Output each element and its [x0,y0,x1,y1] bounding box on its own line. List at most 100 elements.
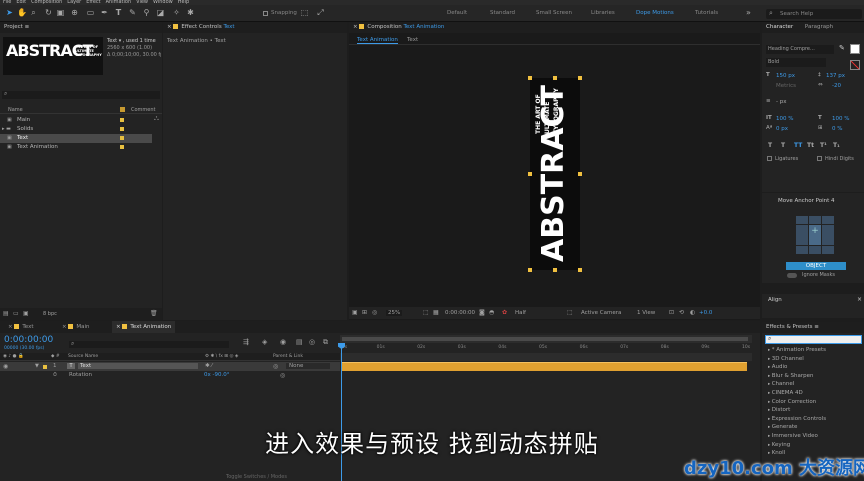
anchor-top[interactable] [809,216,821,224]
fast-previews-icon[interactable]: ⬚ [567,309,573,316]
baseline-value[interactable]: 0 px [776,126,788,132]
snap-edges-icon[interactable]: ⤢ [316,8,325,17]
eraser-tool-icon[interactable]: ◪ [156,8,165,17]
label-color-swatch[interactable] [120,127,124,131]
comp-timecode[interactable]: 0:00:00:00 [445,310,475,316]
workspace-tutorials[interactable]: Tutorials [695,10,718,16]
label-color-swatch[interactable] [120,136,124,140]
font-style-dropdown[interactable]: Bold [766,58,826,67]
snap-option-icon[interactable]: ⬚ [300,8,309,17]
timeline-search-input[interactable]: ⌕ [69,340,229,348]
twirl-open-icon[interactable]: ▼ [35,363,39,369]
comp-artwork[interactable]: ABSTRACT THE ART OF ULTIMATE TYPOGRAPHY [530,78,580,270]
draft-3d-icon[interactable]: ◈ [262,338,267,346]
timeline-tab[interactable]: × Text [8,321,33,333]
effect-category[interactable]: ▸ Audio [768,364,787,370]
roto-brush-tool-icon[interactable]: ✧ [172,8,181,17]
expression-pickwhip-icon[interactable]: ◎ [280,372,285,379]
transparency-grid-icon[interactable]: ▦ [433,309,439,316]
effect-category[interactable]: ▸ Distort [768,407,790,413]
eyedropper-icon[interactable]: ✎ [839,44,845,52]
camera-dropdown[interactable]: Active Camera [581,310,621,316]
layer-switches-icon[interactable]: ✱ ⁄ [205,363,212,369]
workspace-menu-icon[interactable]: » [744,8,753,17]
property-value[interactable]: 0x -90.0° [204,372,229,378]
comp-tab-2[interactable]: Text [407,37,418,43]
pan-behind-tool-icon[interactable]: ⊕ [70,8,79,17]
toggle-pixel-icon[interactable]: ⊡ [669,309,674,316]
anchor-top-left[interactable] [796,216,808,224]
always-preview-icon[interactable]: ▣ [352,309,358,316]
interpret-footage-icon[interactable]: ▤ [3,310,9,317]
tracking-value[interactable]: -20 [832,83,841,89]
toggle-switches-label[interactable]: Toggle Switches / Modes [226,474,287,480]
col-name[interactable]: Name [8,107,23,113]
text-style-button[interactable]: T₁ [833,142,840,149]
project-item[interactable]: ▸ ▬ Solids [0,125,152,134]
text-style-button[interactable]: T [768,142,772,149]
zoom-tool-icon[interactable]: ⌕ [29,8,38,17]
graph-editor-icon[interactable]: ⧉ [323,338,328,347]
text-style-button[interactable]: T¹ [820,142,827,149]
col-source-name[interactable]: Source Name [68,353,98,361]
pick-whip-icon[interactable]: ◎ [273,363,278,370]
layer-label-color[interactable] [43,365,47,369]
label-col-icon[interactable] [120,107,125,112]
transform-handle[interactable] [578,268,582,272]
transform-handle[interactable] [553,268,557,272]
snapshot-icon[interactable]: ◙ [479,309,485,316]
exposure-value[interactable]: +0.0 [699,310,712,316]
effect-category[interactable]: ▸ Blur & Sharpen [768,373,814,379]
stroke-color-swatch[interactable] [850,60,860,70]
region-of-interest-icon[interactable]: ⬚ [423,309,429,316]
effect-category[interactable]: ▸ CINEMA 4D [768,390,803,396]
playhead[interactable] [341,343,342,481]
layer-name[interactable]: Text [78,363,198,369]
workspace-default[interactable]: Default [447,10,467,16]
zoom-dropdown[interactable]: 25% [386,310,403,316]
col-comment[interactable]: Comment [131,107,156,113]
type-tool-icon[interactable]: T [114,8,123,17]
workspace-dope-motions[interactable]: Dope Motions [636,10,674,16]
text-style-button[interactable]: TT [794,142,802,149]
timeline-tab[interactable]: × Text Animation [112,321,176,333]
bpc-label[interactable]: 8 bpc [43,311,57,317]
show-snapshot-icon[interactable]: ◓ [489,309,494,316]
project-item[interactable]: ▣ Text Animation [0,143,152,152]
transform-handle[interactable] [528,172,532,176]
help-search-input[interactable]: ⌕ Search Help [766,9,862,19]
effect-category[interactable]: ▸ 3D Channel [768,356,804,362]
font-size-value[interactable]: 150 px [776,73,795,79]
parent-dropdown[interactable]: None [286,363,330,369]
trash-icon[interactable]: 🗑 [150,310,158,317]
exposure-icon[interactable]: ◐ [690,309,695,316]
time-ruler[interactable]: 0s 01s 02s 03s 04s 05s 06s 07s 08s 09s 10s [340,343,752,353]
transform-handle[interactable] [578,76,582,80]
workspace-libraries[interactable]: Libraries [591,10,615,16]
fill-color-swatch[interactable] [850,44,860,54]
selection-tool-icon[interactable]: ➤ [5,8,14,17]
work-area-range[interactable] [342,337,748,341]
ligatures-checkbox[interactable] [767,156,772,161]
color-channel-icon[interactable]: ✿ [502,309,507,316]
brush-tool-icon[interactable]: ✎ [128,8,137,17]
project-search-input[interactable]: ⌕ [2,90,160,99]
object-button[interactable]: OBJECT [786,262,846,270]
vertical-scale-value[interactable]: 100 % [776,116,793,122]
tab-paragraph[interactable]: Paragraph [805,24,833,30]
timeline-timecode[interactable]: 0:00:00:00 [4,335,53,345]
anchor-bottom[interactable] [809,246,821,254]
hand-tool-icon[interactable]: ✋ [17,8,27,17]
pen-tool-icon[interactable]: ✒ [100,8,109,17]
ignore-masks-toggle[interactable] [787,273,797,278]
clone-stamp-tool-icon[interactable]: ⚲ [142,8,151,17]
effects-search-input[interactable]: ⌕ [765,335,862,344]
composition-mini-flowchart-icon[interactable]: ⇶ [243,338,249,346]
anchor-bottom-left[interactable] [796,246,808,254]
anchor-center[interactable]: + [809,225,821,245]
transform-handle[interactable] [528,76,532,80]
rectangle-tool-icon[interactable]: ▭ [86,8,95,17]
tab-character[interactable]: Character [766,24,793,30]
reset-exposure-icon[interactable]: ⟲ [679,309,684,316]
kerning-value[interactable]: Metrics [776,83,796,89]
